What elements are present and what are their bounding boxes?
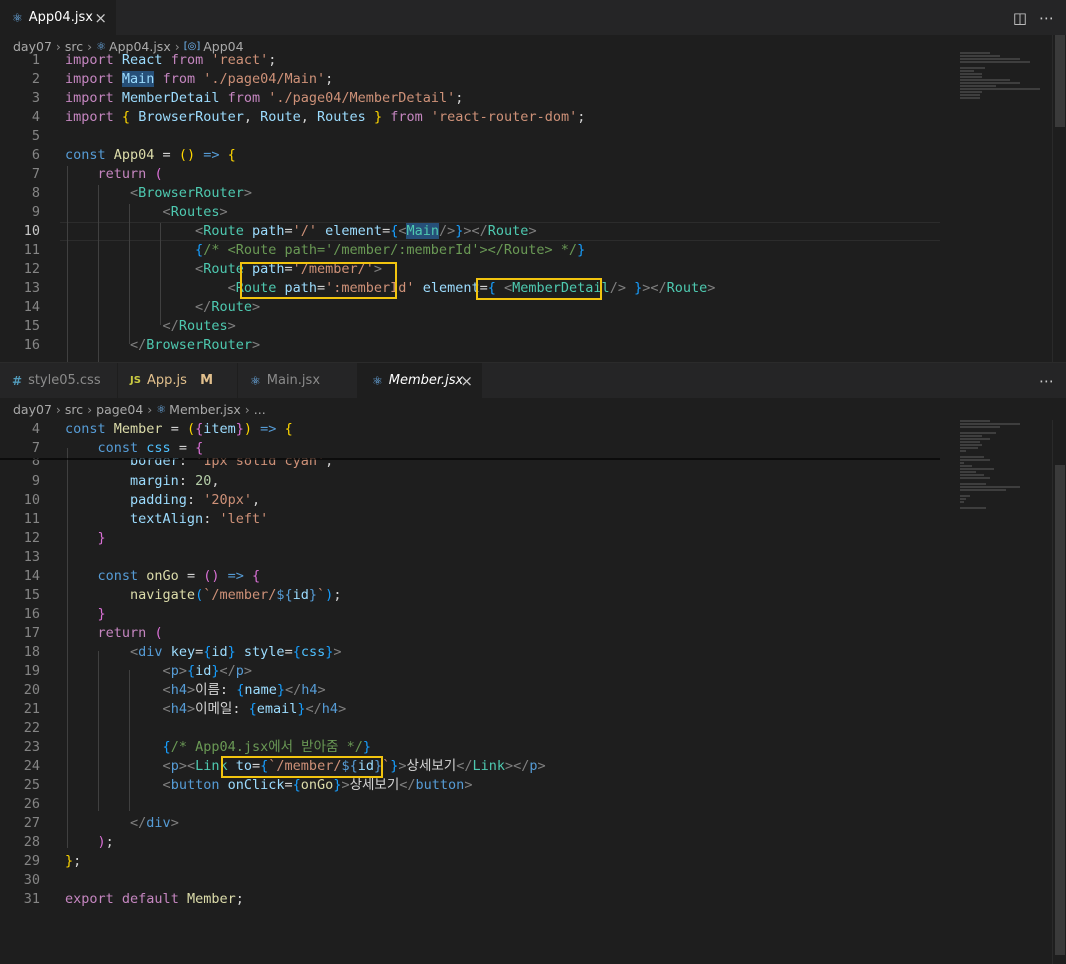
code-line: 5 <box>31 128 40 144</box>
breadcrumb-item[interactable]: Member.jsx <box>169 402 241 417</box>
code-line: 1 import React from 'react'; <box>31 52 277 68</box>
code-line: 8 border: '1px solid cyan', <box>31 458 334 469</box>
code-line: 10 padding: '20px', <box>23 492 261 508</box>
code-line: 9 margin: 20, <box>31 473 220 489</box>
top-tab-bar: ⚛ App04.jsx × ◫ ⋯ <box>0 0 1066 35</box>
code-line: 14 </Route> <box>23 299 261 315</box>
css-hash-icon: # <box>12 373 23 388</box>
code-line: 7 return ( <box>31 166 163 182</box>
code-line: 3 import MemberDetail from './page04/Memb… <box>31 90 464 106</box>
code-editor[interactable]: 4 const Member = ({item}) => { 7 const cs… <box>0 420 1066 909</box>
close-icon[interactable]: × <box>94 9 107 27</box>
code-line: 27 </div> <box>23 815 179 831</box>
code-line: 15 navigate(`/member/${id}`); <box>23 587 342 603</box>
code-line: 16 } <box>23 606 106 622</box>
code-line: 13 <box>23 549 40 565</box>
bottom-editor-group: # style05.css JS App.js M ⚛ Main.jsx ⚛ M… <box>0 362 1066 964</box>
breadcrumb-item[interactable]: page04 <box>96 402 143 417</box>
tab-style05-css[interactable]: # style05.css <box>0 363 118 398</box>
code-line: 13 <Route path=':memberId' element={ <Me… <box>23 280 716 296</box>
code-line: 22 <box>23 720 40 736</box>
js-icon: JS <box>130 375 141 386</box>
code-line: 10 <Route path='/' element={<Main/>}></R… <box>23 223 537 239</box>
code-line: 4 const Member = ({item}) => { <box>31 421 293 437</box>
code-line: 12 } <box>23 530 106 546</box>
react-icon: ⚛ <box>372 373 383 388</box>
chevron-right-icon: › <box>87 401 93 417</box>
code-line: 26 <box>23 796 40 812</box>
code-line: 14 const onGo = () => { <box>23 568 261 584</box>
scroll-thumb[interactable] <box>1055 35 1065 127</box>
breadcrumb-item[interactable]: ... <box>254 402 266 417</box>
code-line: 29}; <box>23 853 82 869</box>
code-line: 31 export default Member; <box>23 891 244 907</box>
chevron-right-icon: › <box>244 401 250 417</box>
code-line: 12 <Route path='/member/'> <box>23 261 383 277</box>
modified-badge: M <box>200 373 213 388</box>
code-line: 6 const App04 = () => { <box>31 147 236 163</box>
code-line: 30 <box>23 872 40 888</box>
code-line: 18 <div key={id} style={css}> <box>23 644 342 660</box>
code-line: 4 import { BrowserRouter, Route, Routes }… <box>31 109 586 125</box>
code-line: 25 <button onClick={onGo}>상세보기</button> <box>23 777 473 793</box>
code-line: 11 textAlign: 'left' <box>23 511 269 527</box>
symbol-icon: [◎] <box>183 40 201 52</box>
code-line: 9 <Routes> <box>31 204 228 220</box>
code-line: 21 <h4>이메일: {email}</h4> <box>23 701 347 717</box>
tab-app-js[interactable]: JS App.js M <box>118 363 238 398</box>
react-icon: ⚛ <box>12 10 23 25</box>
breadcrumb-item[interactable]: src <box>65 402 83 417</box>
minimap[interactable] <box>960 52 1052 100</box>
chevron-right-icon: › <box>147 401 153 417</box>
sticky-scroll-shadow <box>0 458 940 460</box>
react-icon: ⚛ <box>250 373 261 388</box>
code-line: 2 import Main from './page04/Main'; <box>31 71 334 87</box>
code-line: 17 return ( <box>23 625 163 641</box>
code-line: 16 </BrowserRouter> <box>23 337 261 353</box>
code-line: 28 ); <box>23 834 114 850</box>
tab-member-jsx[interactable]: ⚛ Member.jsx × <box>358 363 482 398</box>
code-line: 11 {/* <Route path='/member/:memberId'><… <box>23 242 586 258</box>
more-actions-icon[interactable]: ⋯ <box>1039 9 1054 27</box>
top-editor-group: ⚛ App04.jsx × ◫ ⋯ day07 › src › ⚛ App04.… <box>0 0 1066 362</box>
code-line: 20 <h4>이름: {name}</h4> <box>23 682 326 698</box>
code-line: 7 const css = { <box>31 440 204 456</box>
scrollbar[interactable] <box>1052 420 1066 964</box>
breadcrumb-item[interactable]: day07 <box>13 402 52 417</box>
code-line: 19 <p>{id}</p> <box>23 663 253 679</box>
tab-main-jsx[interactable]: ⚛ Main.jsx <box>238 363 358 398</box>
chevron-right-icon: › <box>55 401 61 417</box>
bottom-tab-bar: # style05.css JS App.js M ⚛ Main.jsx ⚛ M… <box>0 363 1066 398</box>
close-icon[interactable]: × <box>460 372 473 390</box>
split-editor-icon[interactable]: ◫ <box>1013 9 1027 27</box>
breadcrumb: day07 › src › page04 › ⚛ Member.jsx › ..… <box>0 398 1066 420</box>
more-actions-icon[interactable]: ⋯ <box>1039 372 1054 390</box>
code-line: 15 </Routes> <box>23 318 236 334</box>
code-line: 8 <BrowserRouter> <box>31 185 252 201</box>
scrollbar[interactable] <box>1052 35 1066 362</box>
react-icon: ⚛ <box>156 402 167 416</box>
scroll-thumb[interactable] <box>1055 465 1065 955</box>
code-line: 24 <p><Link to={`/member/${id}`}>상세보기</L… <box>23 758 546 774</box>
minimap[interactable] <box>960 420 1052 510</box>
code-line: 23 {/* App04.jsx에서 받아줌 */} <box>23 739 371 755</box>
code-editor[interactable]: 1 import React from 'react'; 2 import Main… <box>0 51 1066 355</box>
tab-app04-jsx[interactable]: ⚛ App04.jsx × <box>0 0 116 35</box>
